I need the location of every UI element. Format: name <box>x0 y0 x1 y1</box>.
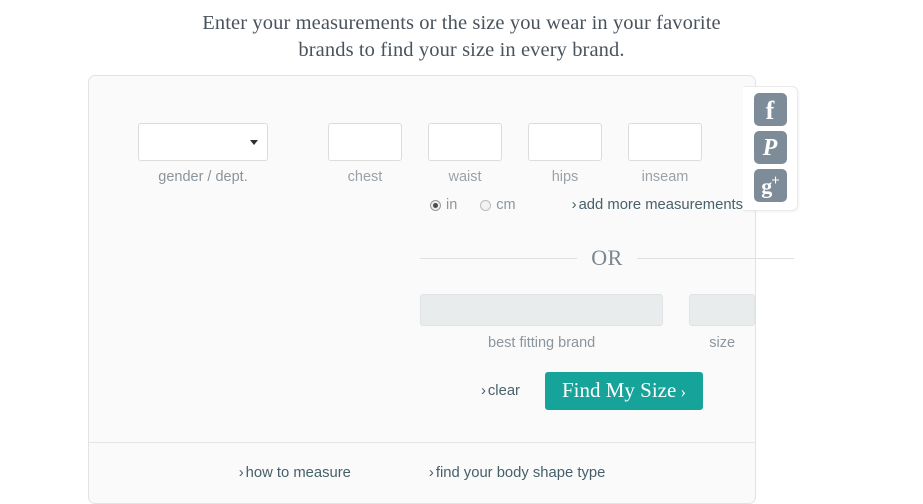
waist-input[interactable] <box>428 123 502 161</box>
find-my-size-button[interactable]: Find My Size › <box>544 372 703 410</box>
hips-input[interactable] <box>528 123 602 161</box>
googleplus-g-letter: g <box>761 173 772 199</box>
chevron-right-icon: › <box>238 465 244 481</box>
size-label: size <box>709 335 736 351</box>
unit-option-cm[interactable]: cm <box>480 197 516 213</box>
facebook-glyph: f <box>765 95 775 125</box>
googleplus-icon[interactable]: g+ <box>753 169 787 202</box>
find-body-shape-type-link[interactable]: › find your body shape type <box>429 465 605 481</box>
pinterest-glyph: P <box>762 135 778 161</box>
chevron-down-icon <box>250 140 258 145</box>
waist-label: waist <box>448 169 482 185</box>
googleplus-plus-sign: + <box>771 172 780 189</box>
size-group: size <box>689 294 755 351</box>
chevron-right-icon: › <box>680 382 686 401</box>
hips-label: hips <box>551 169 579 185</box>
add-more-measurements-link[interactable]: › add more measurements <box>572 197 743 213</box>
measurements-row: gender / dept. chest waist hips inseam <box>89 76 755 185</box>
card-footer: › how to measure › find your body shape ty… <box>89 442 755 503</box>
chest-label: chest <box>347 169 383 185</box>
chevron-right-icon: › <box>428 465 434 481</box>
radio-in-icon[interactable] <box>430 199 441 211</box>
hips-field-group: hips <box>527 123 603 185</box>
pinterest-icon[interactable]: P <box>753 131 787 164</box>
or-divider: OR <box>420 245 794 271</box>
gender-dept-select[interactable] <box>138 123 268 161</box>
best-fitting-brand-label: best fitting brand <box>488 335 596 351</box>
gender-dept-label: gender / dept. <box>158 169 248 185</box>
chest-field-group: chest <box>327 123 403 185</box>
social-share-panel: f P g+ <box>743 86 798 211</box>
radio-cm-icon[interactable] <box>480 199 492 211</box>
clear-label: clear <box>487 383 520 399</box>
or-divider-line-right <box>636 257 794 259</box>
size-input[interactable] <box>689 294 755 326</box>
or-divider-label: OR <box>591 245 623 270</box>
how-to-measure-link[interactable]: › how to measure <box>239 465 351 481</box>
find-my-size-label: Find My Size <box>561 378 677 402</box>
facebook-icon[interactable]: f <box>753 93 787 126</box>
page-headline: Enter your measurements or the size you … <box>202 12 721 61</box>
inseam-label: inseam <box>641 169 689 185</box>
gender-dept-field-group: gender / dept. <box>137 123 269 185</box>
best-fitting-brand-input[interactable] <box>420 294 664 326</box>
units-row: in cm › add more measurements <box>89 185 755 213</box>
best-fitting-brand-group: best fitting brand <box>420 294 664 351</box>
chevron-right-icon: › <box>571 197 577 213</box>
clear-button[interactable]: › clear <box>481 383 520 399</box>
inseam-input[interactable] <box>628 123 702 161</box>
how-to-measure-label: how to measure <box>245 465 351 481</box>
find-body-shape-type-label: find your body shape type <box>435 465 606 481</box>
chest-input[interactable] <box>328 123 402 161</box>
actions-row: › clear Find My Size › <box>89 351 755 410</box>
brand-size-row: best fitting brand size <box>89 271 755 351</box>
size-finder-card: gender / dept. chest waist hips inseam i… <box>88 75 794 504</box>
or-divider-line-left <box>420 257 578 259</box>
unit-cm-label: cm <box>496 197 516 213</box>
unit-option-in[interactable]: in <box>430 197 457 213</box>
unit-in-label: in <box>446 197 458 213</box>
waist-field-group: waist <box>427 123 503 185</box>
inseam-field-group: inseam <box>627 123 703 185</box>
add-more-measurements-label: add more measurements <box>578 197 744 213</box>
googleplus-glyph: g+ <box>761 172 780 199</box>
size-finder-card-wrapper: gender / dept. chest waist hips inseam i… <box>88 75 798 504</box>
chevron-right-icon: › <box>480 383 486 399</box>
